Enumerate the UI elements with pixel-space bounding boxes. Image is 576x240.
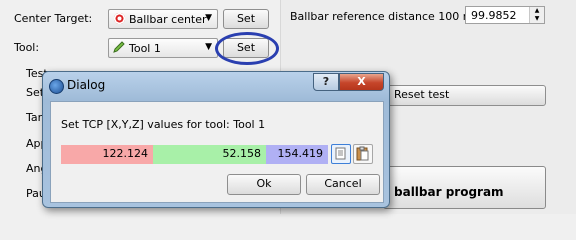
center-target-label: Center Target: [14, 12, 93, 25]
ballbar-program-button[interactable]: ballbar program [383, 166, 546, 209]
ballbar-program-label: ballbar program [394, 185, 504, 199]
target-icon [114, 13, 125, 24]
ballbar-distance-value: 99.9852 [471, 9, 517, 22]
cancel-button[interactable]: Cancel [306, 174, 380, 195]
tool-label: Tool: [14, 41, 40, 54]
tcp-z-value: 154.419 [277, 147, 324, 160]
close-icon: X [357, 75, 366, 88]
center-target-set-button[interactable]: Set [223, 9, 269, 29]
tcp-y-field[interactable]: 52.158 [153, 145, 266, 164]
spin-arrows-icon[interactable]: ▲ ▼ [529, 7, 544, 23]
chevron-down-icon: ▼ [205, 42, 212, 52]
center-target-combo[interactable]: Ballbar center ▼ [108, 9, 218, 29]
partial-label-target: Tar [26, 111, 43, 124]
copy-icon [335, 147, 346, 160]
chevron-down-icon: ▼ [205, 13, 212, 23]
annotation-ring [215, 32, 279, 65]
center-target-value: Ballbar center [129, 13, 207, 26]
ballbar-distance-field[interactable]: 99.9852 ▲ ▼ [465, 6, 545, 24]
reset-test-button[interactable]: Reset test [383, 85, 546, 106]
ok-button[interactable]: Ok [227, 174, 301, 195]
tool-combo[interactable]: Tool 1 ▼ [108, 38, 218, 58]
paste-icon [356, 146, 369, 161]
tcp-x-field[interactable]: 122.124 [61, 145, 153, 164]
tool-value: Tool 1 [129, 42, 161, 55]
copy-button[interactable] [331, 144, 351, 164]
app-icon [49, 79, 64, 94]
help-button[interactable]: ? [313, 73, 339, 91]
dialog-prompt: Set TCP [X,Y,Z] values for tool: Tool 1 [61, 118, 266, 131]
paste-button[interactable] [353, 144, 373, 164]
close-button[interactable]: X [339, 73, 384, 91]
tcp-y-value: 52.158 [222, 147, 262, 160]
dialog-body: Set TCP [X,Y,Z] values for tool: Tool 1 … [50, 101, 384, 203]
pen-tool-icon [113, 41, 125, 53]
tcp-z-field[interactable]: 154.419 [266, 145, 328, 164]
dialog-window: Dialog ? X Set TCP [X,Y,Z] values for to… [42, 71, 390, 208]
tcp-x-value: 122.124 [102, 147, 149, 160]
dialog-title: Dialog [67, 78, 106, 92]
ballbar-distance-label: Ballbar reference distance 100 mm: [290, 10, 488, 23]
